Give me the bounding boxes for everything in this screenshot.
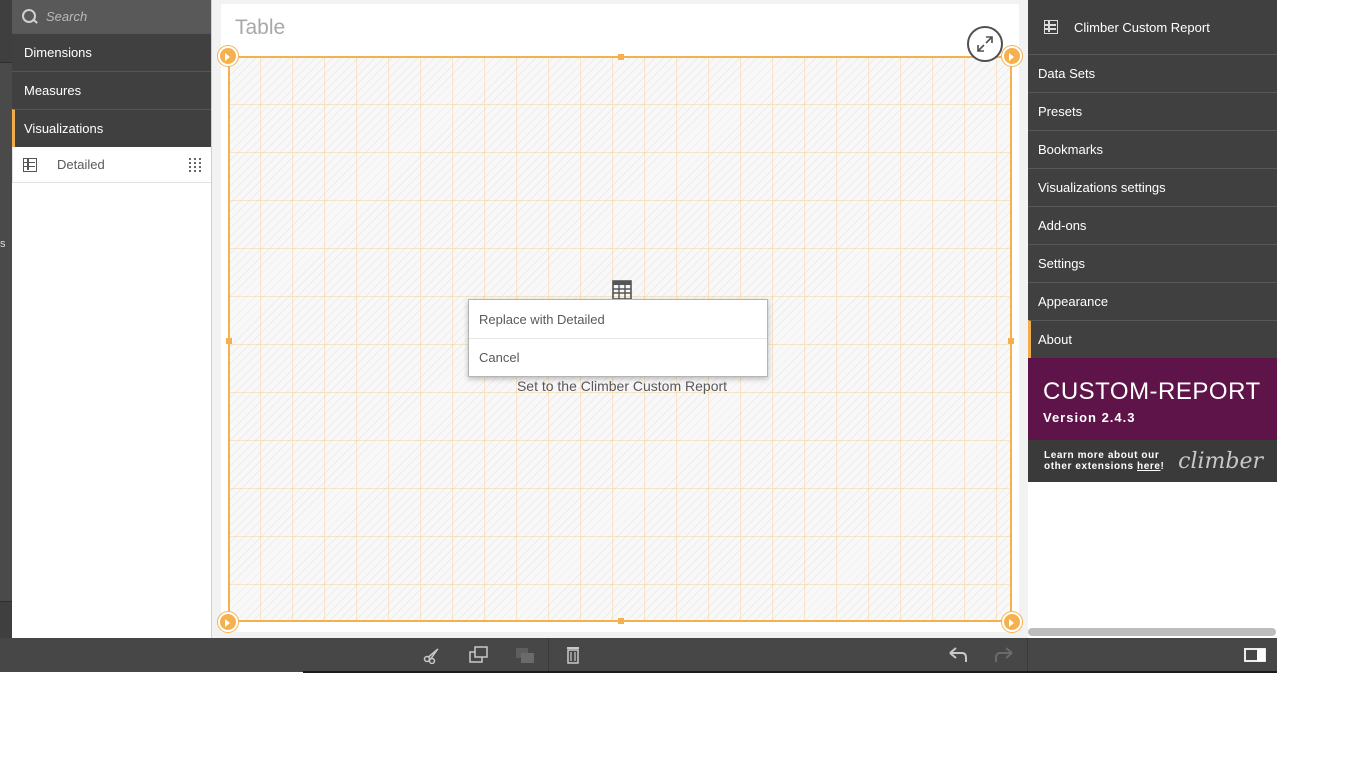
toolbar-divider — [1027, 638, 1028, 672]
bottom-toolbar — [0, 638, 1277, 673]
panel-item-label: About — [1038, 332, 1072, 347]
app-root: s Dimensions Measures Visualizations Det… — [0, 0, 1366, 768]
panel-item-appearance[interactable]: Appearance — [1028, 282, 1277, 320]
search-icon — [22, 8, 38, 25]
visualization-item-label: Detailed — [57, 157, 105, 172]
panel-item-settings[interactable]: Settings — [1028, 244, 1277, 282]
expand-button[interactable] — [967, 26, 1003, 62]
panel-item-about[interactable]: About — [1028, 320, 1277, 358]
placeholder-text: Set to the Climber Custom Report — [516, 378, 728, 394]
assets-panel: Dimensions Measures Visualizations Detai… — [12, 0, 212, 638]
panel-item-add-ons[interactable]: Add-ons — [1028, 206, 1277, 244]
learn-more-suffix: ! — [1160, 461, 1165, 472]
learn-more-prefix: other extensions — [1044, 461, 1137, 472]
far-left-panel — [0, 62, 12, 602]
section-visualizations[interactable]: Visualizations — [12, 109, 211, 147]
resize-handle-bottom[interactable] — [618, 618, 624, 624]
copy-icon[interactable] — [515, 646, 535, 664]
table-icon — [1044, 20, 1058, 34]
search-input[interactable] — [46, 9, 196, 24]
promo-version: Version 2.4.3 — [1043, 410, 1136, 425]
section-label: Measures — [24, 83, 82, 98]
resize-handle-top-right[interactable] — [1002, 46, 1022, 66]
panel-item-label: Presets — [1038, 104, 1083, 119]
panel-item-label: Data Sets — [1038, 66, 1096, 81]
properties-title: Climber Custom Report — [1074, 19, 1210, 35]
panel-item-label: Bookmarks — [1038, 142, 1104, 157]
panel-item-label: Add-ons — [1038, 218, 1087, 233]
properties-panel: Climber Custom Report Data Sets Presets … — [1028, 0, 1277, 638]
sheet-canvas: Table Set to the Climber Custom Report R… — [212, 0, 1028, 638]
delete-icon[interactable] — [563, 646, 583, 664]
far-left-strip: s — [0, 0, 12, 638]
resize-handle-top[interactable] — [618, 54, 624, 60]
object-title: Table — [235, 16, 286, 39]
resize-handle-top-left[interactable] — [218, 46, 238, 66]
duplicate-icon[interactable] — [469, 646, 489, 664]
replace-with-detailed-option[interactable]: Replace with Detailed — [469, 300, 767, 338]
learn-more-line1: Learn more about our — [1044, 450, 1160, 461]
panel-item-presets[interactable]: Presets — [1028, 92, 1277, 130]
section-measures[interactable]: Measures — [12, 71, 211, 109]
promo-title: CUSTOM-REPORT — [1043, 378, 1261, 405]
drag-handle-icon[interactable] — [189, 157, 201, 172]
section-label: Visualizations — [24, 121, 104, 136]
section-dimensions[interactable]: Dimensions — [12, 33, 211, 71]
resize-handle-right[interactable] — [1008, 338, 1014, 344]
panel-item-label: Appearance — [1038, 294, 1109, 309]
promo-footer: Learn more about our other extensions he… — [1028, 440, 1277, 482]
panel-item-label: Visualizations settings — [1038, 180, 1166, 195]
toggle-panel-icon[interactable] — [1244, 646, 1266, 664]
resize-handle-bottom-right[interactable] — [1002, 612, 1022, 632]
cancel-option[interactable]: Cancel — [469, 338, 767, 376]
learn-more-link[interactable]: here — [1137, 461, 1161, 472]
panel-item-bookmarks[interactable]: Bookmarks — [1028, 130, 1277, 168]
expand-icon — [977, 36, 993, 52]
redo-icon[interactable] — [994, 646, 1014, 664]
climber-logo: climber — [1178, 448, 1263, 474]
table-icon — [23, 157, 37, 172]
far-left-stub-text: s — [0, 238, 6, 250]
panel-item-label: Settings — [1038, 256, 1085, 271]
context-menu: Replace with Detailed Cancel — [468, 299, 768, 377]
properties-header: Climber Custom Report — [1028, 0, 1277, 54]
toolbar-underline — [303, 671, 1277, 673]
learn-more-text: Learn more about our other extensions he… — [1044, 450, 1164, 472]
panel-item-visualizations-settings[interactable]: Visualizations settings — [1028, 168, 1277, 206]
resize-handle-bottom-left[interactable] — [218, 612, 238, 632]
undo-icon[interactable] — [948, 646, 968, 664]
promo-banner: CUSTOM-REPORT Version 2.4.3 — [1028, 358, 1277, 440]
table-icon — [612, 280, 632, 300]
toolbar-divider — [548, 638, 549, 672]
visualization-item-detailed[interactable]: Detailed — [12, 147, 211, 183]
resize-handle-left[interactable] — [226, 338, 232, 344]
panel-item-data-sets[interactable]: Data Sets — [1028, 54, 1277, 92]
search-bar[interactable] — [12, 0, 211, 33]
scissors-icon[interactable] — [422, 646, 442, 664]
learn-more-line2: other extensions here! — [1044, 461, 1164, 472]
panel-scrollbar[interactable] — [1028, 628, 1276, 636]
section-label: Dimensions — [24, 45, 92, 60]
